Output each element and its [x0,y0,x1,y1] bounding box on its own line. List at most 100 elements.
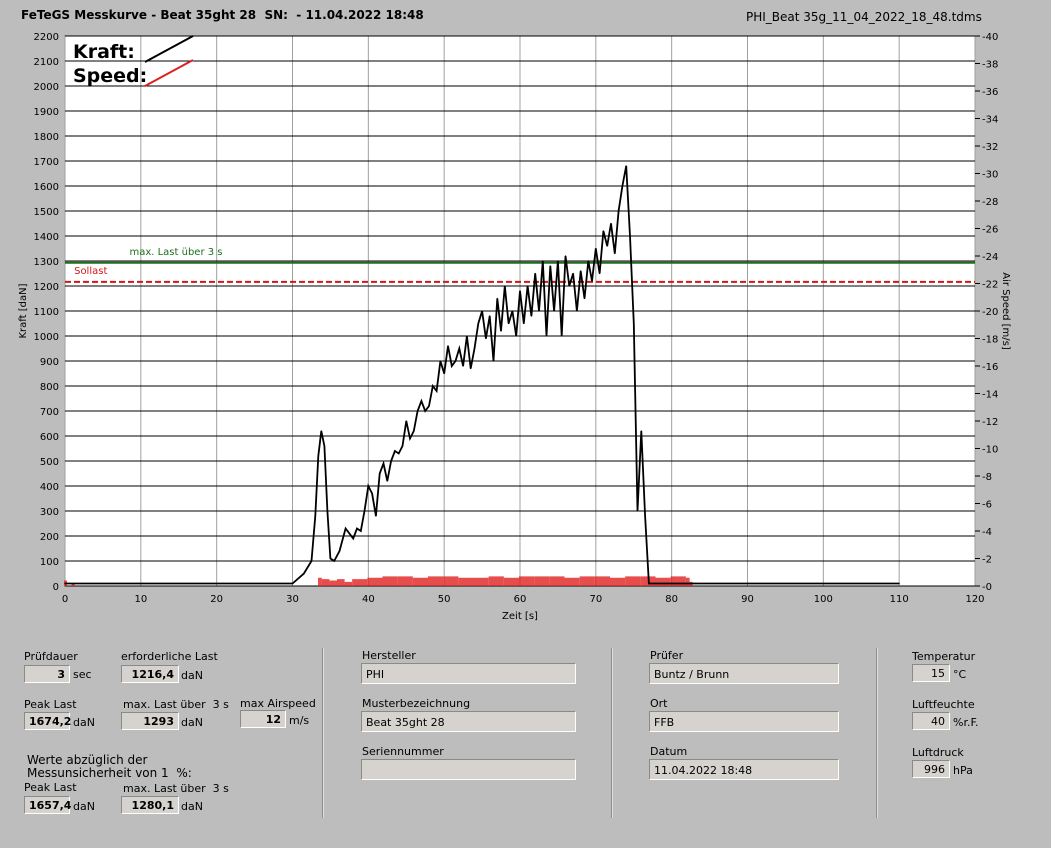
force-point [633,322,635,325]
force-point [686,582,688,585]
speed-bar [488,576,504,586]
force-point [496,297,498,300]
ort-label: Ort [650,697,668,710]
legend-label: Speed: [73,65,147,87]
force-point [348,532,350,535]
maxlast-label: max. Last über 3 s [123,698,229,711]
force-point [591,280,593,282]
x-tick-label: 60 [514,594,527,605]
force-point [746,582,749,585]
y-axis-label: Kraft [daN] [18,283,29,338]
speed-bar [458,577,474,586]
peak2-value: 1657,4 [24,796,71,814]
x-tick-label: 30 [286,594,299,605]
force-point [695,582,697,585]
airspeed-unit: m/s [289,714,310,727]
ort-field[interactable]: FFB [649,711,839,732]
force-point [519,290,521,292]
force-point [329,557,332,560]
y-tick-label: 1500 [34,207,59,218]
force-point [477,322,479,325]
y-tick-label: 300 [40,507,59,518]
temp-value: 15 [912,664,950,682]
force-point [405,420,407,422]
force-point [420,400,423,402]
muster-field[interactable]: Beat 35ght 28 [361,711,576,732]
force-point [515,335,517,337]
y-tick-label: 600 [40,432,59,443]
feuchte-value: 40 [912,712,950,730]
peak-label: Peak Last [24,698,77,711]
y-tick-label: 400 [40,482,59,493]
y2-tick-label: -16 [982,362,998,373]
force-point [356,527,358,530]
y2-tick-label: -8 [982,472,992,483]
speed-bar [655,577,671,586]
druck-label: Luftdruck [912,746,964,759]
y2-tick-label: -22 [982,280,998,291]
serien-label: Seriennummer [362,745,444,758]
force-point [564,255,567,257]
force-point [451,365,453,367]
chart-title: FeTeGS Messkurve - Beat 35ght 28 SN: - 1… [21,8,424,22]
peak-value: 1674,2 [24,712,71,730]
speed-bar [610,577,626,586]
force-point [636,510,639,512]
x-tick-label: 90 [741,594,754,605]
airspeed-value: 12 [240,710,286,728]
force-point [310,560,313,562]
x-tick-label: 40 [362,594,375,605]
feuchte-label: Luftfeuchte [912,698,975,711]
y-tick-label: 200 [40,532,59,543]
force-point [683,582,685,585]
force-point [580,270,582,272]
speed-bar [549,576,565,586]
y-tick-label: 2200 [34,32,59,43]
y2-tick-label: -32 [982,142,998,153]
separator [322,648,324,818]
force-point [659,582,661,585]
serien-field[interactable] [361,759,576,780]
force-point [671,582,673,585]
speed-bar [397,576,413,586]
x-tick-label: 80 [665,594,678,605]
force-point [439,360,441,362]
force-point [428,405,430,407]
y2-tick-label: -26 [982,225,998,236]
separator [876,648,878,818]
y-tick-label: 1900 [34,107,59,118]
y-tick-label: 2100 [34,57,59,68]
y-tick-label: 1700 [34,157,59,168]
force-point [508,322,510,325]
force-point [326,510,328,512]
y-tick-label: 1800 [34,132,59,143]
x-tick-label: 70 [589,594,602,605]
datum-field[interactable]: 11.04.2022 18:48 [649,759,839,780]
force-point [640,430,642,432]
force-point [599,272,601,275]
y-tick-label: 1300 [34,257,59,268]
force-point [667,582,669,585]
force-point [291,582,294,585]
force-point [697,582,699,585]
y2-tick-label: -24 [982,252,998,263]
druck-value: 996 [912,760,950,778]
force-point [462,365,464,367]
y2-tick-label: -18 [982,335,998,346]
force-point [655,582,658,585]
force-point [674,582,677,585]
speed-bar [321,579,330,586]
force-point [530,315,532,317]
speed-bar [670,576,686,586]
force-point [545,335,548,337]
y2-tick-label: -4 [982,527,992,538]
hersteller-field[interactable]: PHI [361,663,576,684]
force-point [538,310,540,312]
force-point [401,445,404,447]
force-point [323,445,325,447]
erf-last-label: erforderliche Last [121,650,218,663]
druck-unit: hPa [953,764,973,777]
force-point [652,582,654,585]
force-point [625,165,627,167]
pruefer-field[interactable]: Buntz / Brunn [649,663,839,684]
